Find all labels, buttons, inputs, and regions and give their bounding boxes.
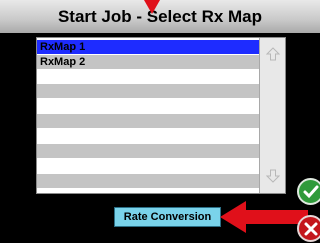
arrow-down-icon[interactable] xyxy=(260,164,285,188)
rate-conversion-button[interactable]: Rate Conversion xyxy=(114,207,221,227)
annotation-arrow-left-icon xyxy=(220,201,308,233)
list-item-empty[interactable] xyxy=(37,114,259,128)
list-item-empty[interactable] xyxy=(37,99,259,113)
page-title: Start Job - Select Rx Map xyxy=(57,7,263,26)
list-item-empty[interactable] xyxy=(37,174,259,188)
list-item-empty[interactable] xyxy=(37,159,259,173)
rx-map-list-body[interactable]: RxMap 1 RxMap 2 xyxy=(37,38,259,193)
list-item-empty[interactable] xyxy=(37,69,259,83)
list-item-rxmap-2[interactable]: RxMap 2 xyxy=(37,55,259,69)
list-item-empty[interactable] xyxy=(37,129,259,143)
list-item-rxmap-1[interactable]: RxMap 1 xyxy=(37,40,259,54)
list-scrollbar[interactable] xyxy=(259,38,285,193)
title-bar: Start Job - Select Rx Map xyxy=(0,0,320,33)
checkmark-icon[interactable] xyxy=(297,178,320,205)
close-icon[interactable] xyxy=(297,215,320,242)
list-item-empty[interactable] xyxy=(37,144,259,158)
annotation-arrow-down-icon xyxy=(144,0,160,14)
arrow-up-icon[interactable] xyxy=(260,42,285,66)
list-item-empty[interactable] xyxy=(37,84,259,98)
rx-map-list[interactable]: RxMap 1 RxMap 2 xyxy=(36,37,286,194)
